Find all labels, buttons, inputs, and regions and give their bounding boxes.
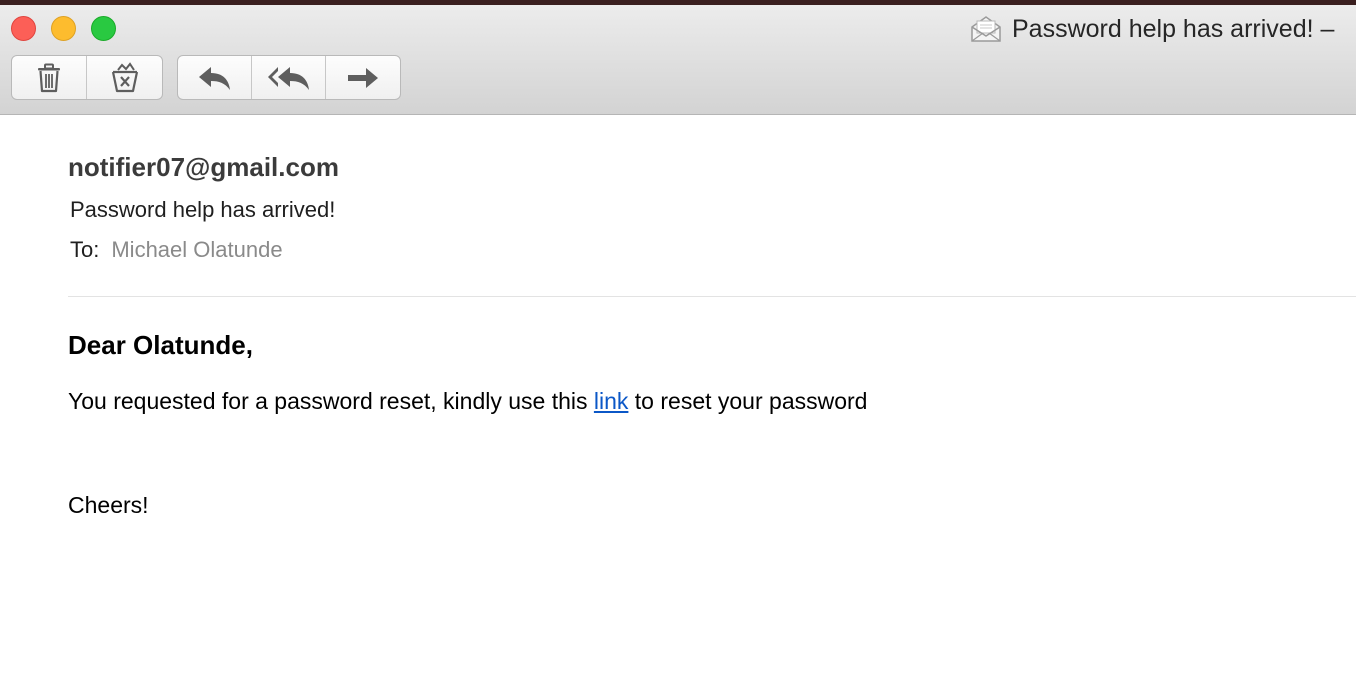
reply-button[interactable] xyxy=(178,56,252,99)
envelope-open-icon xyxy=(971,16,1001,42)
maximize-window-button[interactable] xyxy=(91,16,116,41)
signoff-text: Cheers! xyxy=(68,492,149,518)
window-title: Password help has arrived! – xyxy=(1012,14,1335,43)
forward-icon xyxy=(347,67,378,88)
forward-button[interactable] xyxy=(326,56,400,99)
to-label: To: xyxy=(70,237,100,262)
reply-forward-button-group xyxy=(177,55,401,100)
body-text-before-link: You requested for a password reset, kind… xyxy=(68,388,594,414)
titlebar: Password help has arrived! – xyxy=(0,5,1356,115)
minimize-window-button[interactable] xyxy=(51,16,76,41)
sender-address: notifier07@gmail.com xyxy=(68,152,339,182)
body-text-after-link: to reset your password xyxy=(628,388,868,414)
mail-message-window: Password help has arrived! – notifier07@… xyxy=(0,0,1356,696)
junk-icon xyxy=(111,61,138,92)
reply-icon xyxy=(198,66,230,90)
message-body-paragraph: You requested for a password reset, kind… xyxy=(68,388,867,415)
header-divider xyxy=(68,296,1356,297)
delete-button[interactable] xyxy=(12,56,87,99)
reply-all-icon xyxy=(267,66,309,90)
trash-icon xyxy=(38,63,60,92)
junk-button[interactable] xyxy=(87,56,162,99)
greeting-heading: Dear Olatunde, xyxy=(68,330,253,360)
window-title-area: Password help has arrived! – xyxy=(970,13,1334,45)
recipient-row: To: Michael Olatunde xyxy=(70,237,283,263)
delete-junk-button-group xyxy=(11,55,163,100)
reset-password-link[interactable]: link xyxy=(594,388,629,414)
close-window-button[interactable] xyxy=(11,16,36,41)
reply-all-button[interactable] xyxy=(252,56,326,99)
message-subject: Password help has arrived! xyxy=(70,197,336,222)
recipient-name[interactable]: Michael Olatunde xyxy=(111,237,282,262)
